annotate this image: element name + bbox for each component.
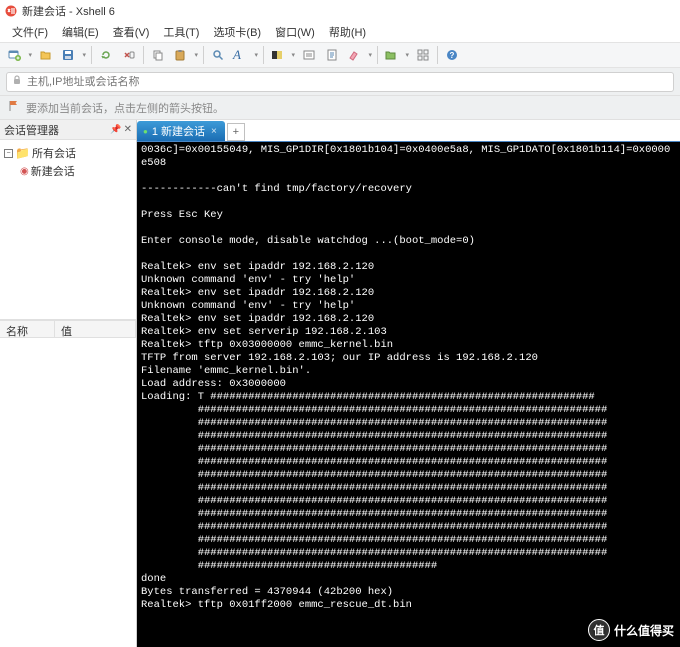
sidebar-props: 名称 值 <box>0 320 136 647</box>
address-input-wrap <box>6 72 674 92</box>
address-input[interactable] <box>27 76 669 88</box>
menu-tools[interactable]: 工具(T) <box>157 22 205 42</box>
color-scheme-button[interactable] <box>267 44 297 66</box>
content-area: ● 1 新建会话 × + 0036c]=0x00155049, MIS_GP1D… <box>137 120 680 647</box>
menu-bar: 文件(F) 编辑(E) 查看(V) 工具(T) 选项卡(B) 窗口(W) 帮助(… <box>0 22 680 42</box>
disconnect-button[interactable] <box>118 44 140 66</box>
svg-text:?: ? <box>450 51 455 60</box>
menu-view[interactable]: 查看(V) <box>107 22 156 42</box>
highlight-button[interactable] <box>344 44 374 66</box>
tree-session-label: 新建会话 <box>31 163 75 179</box>
session-icon: ◉ <box>20 166 29 177</box>
watermark-text: 什么值得买 <box>614 622 674 639</box>
tab-status-icon: ● <box>143 127 148 136</box>
font-button[interactable]: A <box>230 44 260 66</box>
toolbar-sep <box>91 46 92 64</box>
hint-text: 要添加当前会话，点击左侧的箭头按钮。 <box>26 100 224 116</box>
tree-session-item[interactable]: ◉ 新建会话 <box>4 162 132 180</box>
props-header: 名称 值 <box>0 320 136 338</box>
menu-edit[interactable]: 编辑(E) <box>56 22 105 42</box>
menu-window[interactable]: 窗口(W) <box>269 22 321 42</box>
terminal[interactable]: 0036c]=0x00155049, MIS_GP1DIR[0x1801b104… <box>137 142 680 647</box>
find-button[interactable] <box>207 44 229 66</box>
flag-icon <box>8 100 20 115</box>
paste-button[interactable] <box>170 44 200 66</box>
script-button[interactable] <box>321 44 343 66</box>
title-bar: 新建会话 - Xshell 6 <box>0 0 680 22</box>
sidebar: 会话管理器 📌 ✕ − 📁 所有会话 ◉ 新建会话 名称 值 <box>0 120 137 647</box>
close-icon[interactable]: × <box>209 126 219 137</box>
menu-file[interactable]: 文件(F) <box>6 22 54 42</box>
watermark-badge: 值 <box>588 619 610 641</box>
collapse-icon[interactable]: − <box>4 149 13 158</box>
toolbar-sep <box>437 46 438 64</box>
props-col-name[interactable]: 名称 <box>0 321 55 337</box>
reconnect-button[interactable] <box>95 44 117 66</box>
xftp-button[interactable] <box>381 44 411 66</box>
toolbar: A ? <box>0 42 680 68</box>
session-tree[interactable]: − 📁 所有会话 ◉ 新建会话 <box>0 140 136 320</box>
menu-tabs[interactable]: 选项卡(B) <box>207 22 267 42</box>
properties-button[interactable] <box>298 44 320 66</box>
toolbar-sep <box>377 46 378 64</box>
window-title: 新建会话 - Xshell 6 <box>22 3 115 19</box>
new-tab-button[interactable]: + <box>227 123 245 141</box>
save-button[interactable] <box>58 44 88 66</box>
props-col-value[interactable]: 值 <box>55 321 136 337</box>
tree-root-label: 所有会话 <box>32 145 76 161</box>
tab-label: 1 新建会话 <box>152 123 205 139</box>
main-area: 会话管理器 📌 ✕ − 📁 所有会话 ◉ 新建会话 名称 值 <box>0 120 680 647</box>
help-icon[interactable]: ? <box>441 44 463 66</box>
copy-button[interactable] <box>147 44 169 66</box>
open-button[interactable] <box>35 44 57 66</box>
sidebar-title: 会话管理器 <box>4 122 59 138</box>
watermark: 值 什么值得买 <box>588 619 674 641</box>
tab-active[interactable]: ● 1 新建会话 × <box>137 121 225 141</box>
new-session-button[interactable] <box>4 44 34 66</box>
close-icon[interactable]: ✕ <box>124 124 132 135</box>
tile-button[interactable] <box>412 44 434 66</box>
tree-root-item[interactable]: − 📁 所有会话 <box>4 144 132 162</box>
address-bar <box>0 68 680 96</box>
app-icon <box>4 4 18 18</box>
sidebar-header: 会话管理器 📌 ✕ <box>0 120 136 140</box>
toolbar-sep <box>143 46 144 64</box>
toolbar-sep <box>263 46 264 64</box>
font-icon: A <box>233 47 241 63</box>
toolbar-sep <box>203 46 204 64</box>
tab-row: ● 1 新建会话 × + <box>137 120 680 142</box>
folder-icon: 📁 <box>15 146 30 160</box>
menu-help[interactable]: 帮助(H) <box>323 22 372 42</box>
pin-icon[interactable]: 📌 <box>110 124 121 135</box>
hint-bar: 要添加当前会话，点击左侧的箭头按钮。 <box>0 96 680 120</box>
lock-icon <box>11 74 23 89</box>
